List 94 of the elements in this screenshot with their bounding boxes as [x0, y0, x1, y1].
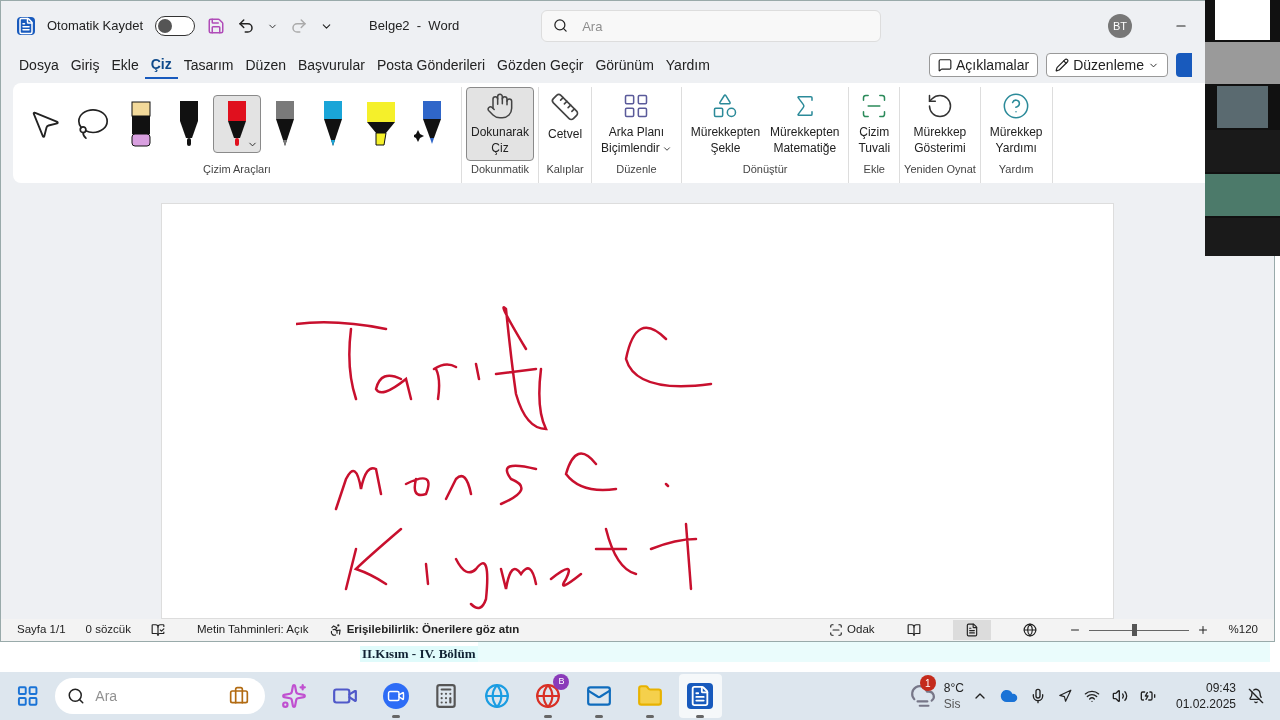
group-label: Düzenle: [616, 162, 657, 177]
user-avatar[interactable]: BT: [1108, 14, 1132, 38]
ribbon-button[interactable]: Mürekkepten Şekle: [685, 87, 766, 161]
running-indicator: [696, 715, 705, 718]
group-label: Dönüştür: [742, 162, 788, 177]
ribbon-button[interactable]: Cetvel: [543, 87, 588, 161]
focus-icon: [829, 623, 844, 637]
page-icon: [964, 623, 979, 637]
search-icon: [67, 687, 86, 705]
running-indicator: [594, 715, 603, 718]
hand-icon: [485, 92, 515, 120]
search-icon: [553, 18, 569, 33]
weather-badge: 1: [919, 675, 936, 691]
comment-icon: [938, 58, 953, 72]
group-label: Ekle: [863, 162, 885, 177]
editing-button[interactable]: Düzenleme: [1046, 53, 1168, 77]
ruler-icon: [550, 92, 581, 122]
cloud-icon[interactable]: [999, 687, 1018, 705]
ribbon-tab[interactable]: Tasarım: [177, 51, 240, 79]
app-logo-icon: [17, 17, 35, 35]
start-icon[interactable]: [16, 684, 40, 708]
document-heading: II.Kısım - IV. Bölüm: [360, 646, 478, 662]
word-count[interactable]: 0 sözcük: [85, 621, 131, 639]
group-label: Çizim Araçları: [203, 162, 271, 177]
ribbon-tab[interactable]: Görünüm: [589, 51, 660, 79]
ribbon-button[interactable]: Mürekkep Gösterimi: [908, 87, 972, 161]
undo-icon[interactable]: [237, 17, 256, 35]
video-frame-placeholder: [1215, 0, 1270, 40]
ribbon-tab[interactable]: Yardım: [659, 51, 716, 79]
group-label: Yardım: [998, 162, 1034, 177]
slider-thumb[interactable]: [1131, 624, 1137, 636]
proofing-icon[interactable]: [151, 623, 165, 637]
ribbon-tab[interactable]: Gözden Geçir: [491, 51, 590, 79]
running-indicator: [544, 715, 552, 718]
ribbon-button[interactable]: Arka Planı Biçimlendir: [596, 87, 677, 161]
video-icon: [382, 683, 409, 709]
view-button[interactable]: [952, 620, 991, 640]
battery-icon[interactable]: [1139, 688, 1156, 704]
running-indicator: [645, 715, 654, 718]
folder-icon: [636, 683, 663, 709]
ribbon-button[interactable]: Çizim Tuvali: [853, 87, 896, 161]
accessibility-status[interactable]: Erişilebilirlik: Önerilere göz atın: [346, 621, 520, 639]
location-icon[interactable]: [1057, 689, 1072, 703]
ribbon-button[interactable]: Dokunarak Çiz: [466, 87, 535, 161]
taskbar-app[interactable]: B: [526, 674, 570, 718]
taskbar-search-field[interactable]: Ara: [55, 678, 265, 714]
notification-icon[interactable]: [1248, 688, 1265, 704]
text-predictions[interactable]: Metin Tahminleri: Açık: [197, 621, 309, 639]
zoom-slider[interactable]: [1088, 624, 1189, 636]
document-title: Belge2 - Word: [369, 17, 460, 36]
clock-date[interactable]: 01.02.2025: [1175, 696, 1237, 712]
globe-icon: [535, 683, 561, 709]
ribbon-tab[interactable]: Düzen: [239, 51, 292, 79]
autosave-toggle[interactable]: [155, 16, 196, 36]
ribbon-button[interactable]: Mürekkep Yardımı: [984, 87, 1048, 161]
mail-icon: [585, 683, 612, 709]
notification-badge: B: [553, 674, 570, 690]
autosave-label: Otomatik Kaydet: [47, 17, 144, 36]
zoom-in-icon[interactable]: [1196, 624, 1209, 636]
pencil-icon: [1055, 58, 1070, 72]
ribbon-tab[interactable]: Çiz: [144, 51, 178, 79]
group-label: Dokunmatik: [470, 162, 530, 177]
ribbon-tab[interactable]: Ekle: [105, 51, 145, 79]
ribbon-tab[interactable]: Giriş: [64, 51, 106, 79]
page-count[interactable]: Sayfa 1/1: [17, 621, 66, 639]
sparkle-icon: [280, 683, 307, 709]
ribbon-tab[interactable]: Posta Gönderileri: [370, 51, 492, 79]
drawing-tool[interactable]: [213, 95, 261, 153]
video-frame-placeholder: [1217, 86, 1268, 128]
eraser-icon: [131, 101, 151, 147]
taskbar-app[interactable]: [679, 674, 722, 718]
briefcase-icon: [228, 686, 249, 706]
save-icon[interactable]: [207, 17, 226, 35]
wifi-icon[interactable]: [1083, 688, 1100, 704]
weather-condition: Sis: [943, 696, 962, 712]
running-indicator: [391, 715, 400, 718]
ribbon-tab[interactable]: Başvurular: [291, 51, 371, 79]
ribbon-tab[interactable]: Dosya: [13, 51, 65, 79]
globe-icon: [1022, 623, 1037, 637]
zoom-percentage[interactable]: %120: [1228, 621, 1258, 639]
group-label: Yeniden Oynat: [904, 162, 976, 177]
clock-time[interactable]: 09:43: [1206, 680, 1237, 696]
book-icon: [906, 623, 921, 637]
lasso-icon: [76, 107, 110, 141]
accessibility-icon: [328, 623, 343, 637]
volume-icon[interactable]: [1111, 688, 1128, 704]
ribbon-button[interactable]: Mürekkepten Matematiğe: [765, 87, 845, 161]
group-label: Kalıplar: [546, 162, 584, 177]
document-icon: [687, 683, 714, 709]
search-field[interactable]: Ara: [541, 10, 882, 42]
globe-icon: [484, 683, 511, 709]
comments-button[interactable]: Açıklamalar: [929, 53, 1039, 77]
temperature: 8°C: [943, 680, 964, 696]
focus-button[interactable]: Odak: [847, 621, 875, 639]
